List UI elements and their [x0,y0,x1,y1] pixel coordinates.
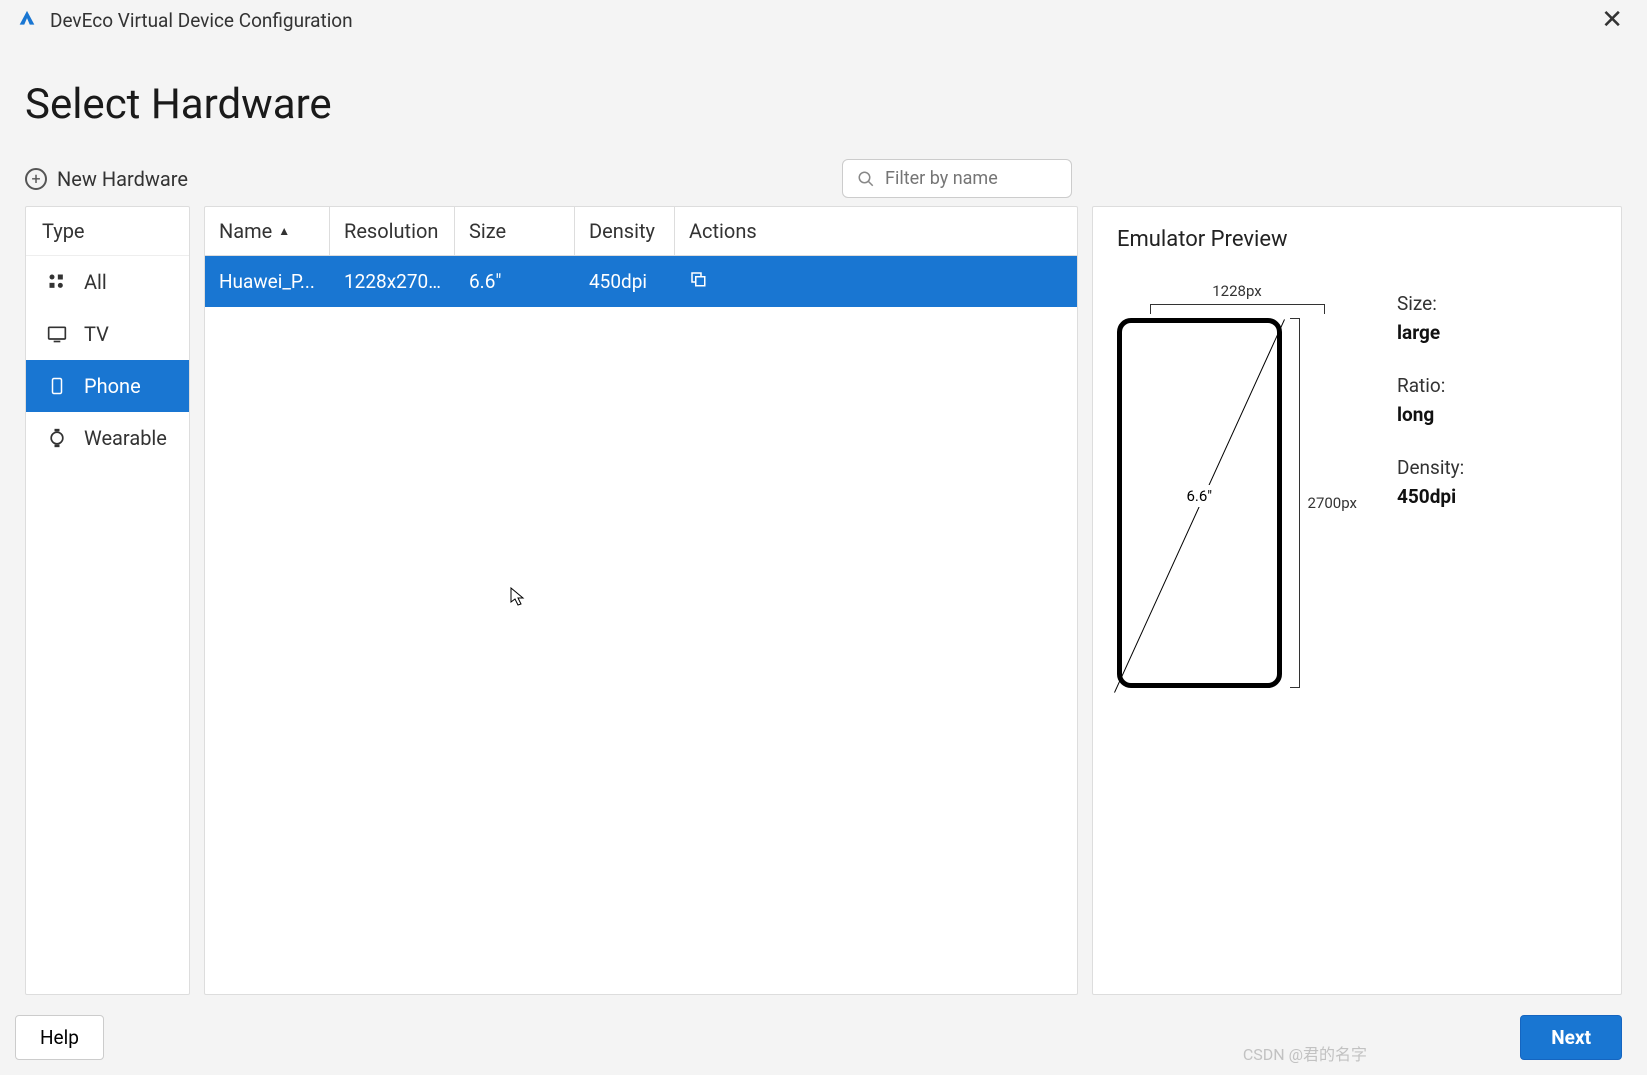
prop-density-label: Density: [1397,456,1464,479]
window-title: DevEco Virtual Device Configuration [50,9,1593,32]
watermark: CSDN @君的名字 [1243,1041,1367,1065]
sidebar-item-all[interactable]: All [26,256,189,308]
height-measure-line [1290,318,1300,688]
cell-size: 6.6" [455,256,575,307]
th-name[interactable]: Name ▲ [205,207,330,255]
device-height-label: 2700px [1308,494,1357,512]
type-sidebar: Type All TV Phone [25,206,190,995]
th-resolution[interactable]: Resolution [330,207,455,255]
prop-size-label: Size: [1397,292,1464,315]
mouse-cursor-icon [510,587,526,612]
new-hardware-button[interactable]: + New Hardware [25,167,188,191]
preview-panel: Emulator Preview 1228px 6.6" 2700px [1092,206,1622,995]
sidebar-item-wearable[interactable]: Wearable [26,412,189,464]
sidebar-item-label: Phone [84,374,141,398]
phone-icon [46,375,68,397]
cell-resolution: 1228x270... [330,256,455,307]
device-diagram: 1228px 6.6" 2700px [1117,282,1357,688]
table-row[interactable]: Huawei_P... 1228x270... 6.6" 450dpi [205,256,1077,307]
preview-properties: Size: large Ratio: long Density: 450dpi [1397,282,1464,688]
copy-icon[interactable] [689,270,707,288]
sidebar-item-label: All [84,270,107,294]
prop-ratio-label: Ratio: [1397,374,1464,397]
preview-title: Emulator Preview [1117,227,1597,252]
grid-icon [46,271,68,293]
sidebar-item-label: TV [84,322,109,346]
sidebar-item-tv[interactable]: TV [26,308,189,360]
watch-icon [46,427,68,449]
th-size[interactable]: Size [455,207,575,255]
cell-actions[interactable] [675,256,1077,307]
help-button[interactable]: Help [15,1015,104,1060]
sort-asc-icon: ▲ [278,224,290,238]
device-frame: 6.6" [1117,318,1282,688]
search-icon [857,170,875,188]
plus-icon: + [25,168,47,190]
sidebar-item-phone[interactable]: Phone [26,360,189,412]
prop-size-value: large [1397,321,1464,344]
sidebar-header: Type [26,207,189,256]
sidebar-item-label: Wearable [84,426,167,450]
search-input-wrap[interactable] [842,159,1072,198]
new-hardware-label: New Hardware [57,167,188,191]
tv-icon [46,323,68,345]
close-icon[interactable]: ✕ [1593,3,1631,37]
app-logo-icon [16,9,38,31]
table-header: Name ▲ Resolution Size Density Actions [205,207,1077,256]
width-measure-line [1150,304,1325,314]
cell-name: Huawei_P... [205,256,330,307]
search-input[interactable] [885,168,1057,189]
th-density[interactable]: Density [575,207,675,255]
page-title: Select Hardware [25,80,1622,129]
diagonal-label: 6.6" [1182,485,1216,507]
device-table: Name ▲ Resolution Size Density Actions H… [204,206,1078,995]
prop-ratio-value: long [1397,403,1464,426]
prop-density-value: 450dpi [1397,485,1464,508]
device-width-label: 1228px [1117,282,1357,300]
next-button[interactable]: Next [1520,1015,1622,1060]
th-actions: Actions [675,207,1077,255]
cell-density: 450dpi [575,256,675,307]
footer: Help Next [0,995,1647,1075]
titlebar: DevEco Virtual Device Configuration ✕ [0,0,1647,40]
